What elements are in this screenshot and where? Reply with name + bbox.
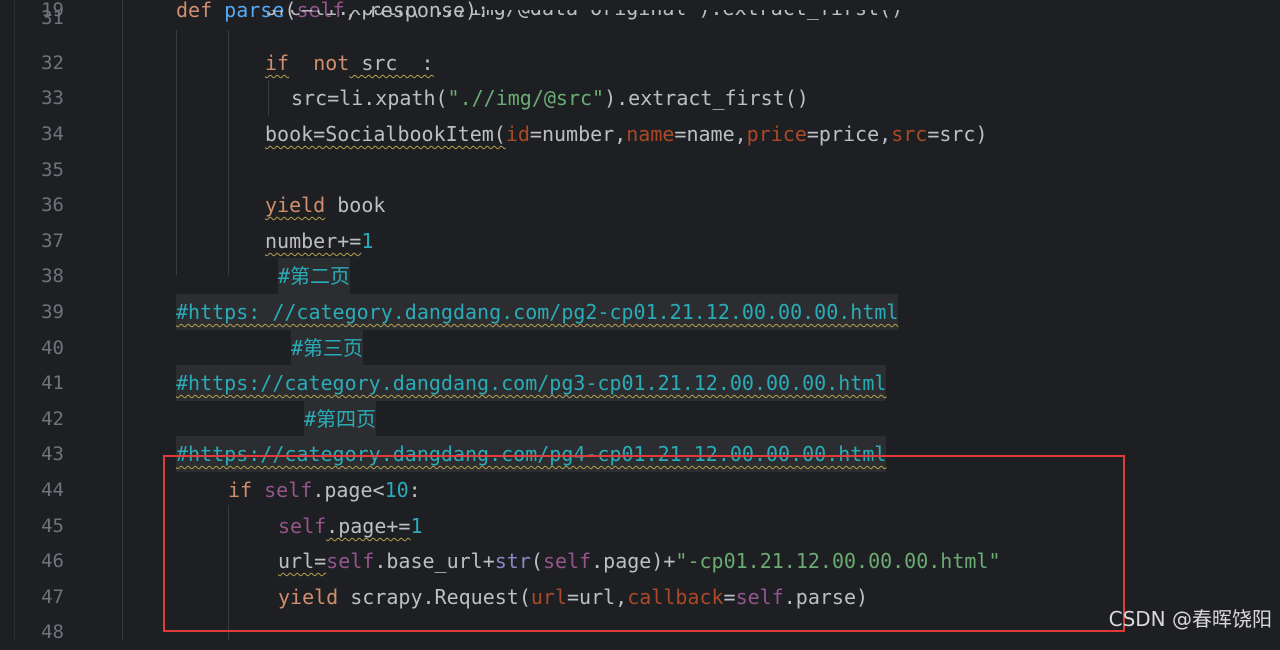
code-text: src=li.xpath( bbox=[291, 86, 448, 110]
kwarg: name bbox=[626, 122, 675, 146]
code-line-39[interactable]: #https: //category.dangdang.com/pg2-cp01… bbox=[176, 294, 899, 330]
code-line-32[interactable]: if not src : bbox=[265, 45, 434, 81]
comment: #https://category.dangdang.com/pg3-cp01.… bbox=[176, 371, 887, 395]
indent-guide bbox=[176, 30, 177, 275]
code-line-40[interactable]: #第三页 bbox=[291, 330, 364, 366]
line-number: 37 bbox=[41, 230, 64, 252]
line-number: 33 bbox=[41, 87, 64, 109]
code-text: book bbox=[325, 193, 386, 217]
line-number-gutter: 19 31 32 33 34 35 36 37 38 39 40 41 42 4… bbox=[0, 0, 100, 643]
keyword: def bbox=[176, 0, 213, 22]
comment: #第三页 bbox=[291, 336, 364, 360]
line-number: 39 bbox=[41, 301, 64, 323]
indent-guide bbox=[122, 0, 123, 640]
line-number: 44 bbox=[41, 479, 64, 501]
number-literal: 1 bbox=[361, 229, 374, 253]
line-number: 45 bbox=[41, 515, 64, 537]
code-text: =number, bbox=[529, 122, 627, 146]
line-number: 38 bbox=[41, 265, 64, 287]
code-text: =price, bbox=[806, 122, 892, 146]
line-number: 32 bbox=[41, 52, 64, 74]
code-text: ).extract_first() bbox=[604, 86, 809, 110]
line-number: 46 bbox=[41, 550, 64, 572]
code-text: book=SocialbookItem( bbox=[265, 122, 506, 146]
code-line-42[interactable]: #第四页 bbox=[304, 401, 377, 437]
kwarg: price bbox=[746, 122, 807, 146]
kwarg: src bbox=[891, 122, 928, 146]
code-line-31[interactable]: src=li.xpath(".//img/@data-original").ex… bbox=[265, 10, 903, 26]
code-line-41[interactable]: #https://category.dangdang.com/pg3-cp01.… bbox=[176, 365, 887, 401]
line-number: 48 bbox=[41, 621, 64, 643]
keyword: not bbox=[313, 51, 350, 75]
comment: #第四页 bbox=[304, 407, 377, 431]
line-number: 36 bbox=[41, 194, 64, 216]
indent-guide bbox=[268, 80, 269, 116]
line-number: 41 bbox=[41, 372, 64, 394]
code-text: src : bbox=[349, 51, 434, 75]
line-number: 31 bbox=[41, 10, 64, 26]
code-line-36[interactable]: yield book bbox=[265, 187, 385, 223]
comment: #第二页 bbox=[278, 264, 351, 288]
code-text: =src) bbox=[927, 122, 988, 146]
keyword: if bbox=[265, 51, 290, 75]
code-line-37[interactable]: number+=1 bbox=[265, 223, 373, 259]
line-number: 34 bbox=[41, 123, 64, 145]
code-line-33[interactable]: src=li.xpath(".//img/@src").extract_firs… bbox=[291, 80, 809, 116]
line-number: 42 bbox=[41, 408, 64, 430]
line-number: 43 bbox=[41, 443, 64, 465]
code-editor[interactable]: 19 31 32 33 34 35 36 37 38 39 40 41 42 4… bbox=[0, 0, 1280, 643]
string-literal: ".//img/@src" bbox=[447, 86, 605, 110]
line-number: 40 bbox=[41, 337, 64, 359]
code-line-34[interactable]: book=SocialbookItem(id=number,name=name,… bbox=[265, 116, 988, 152]
red-highlight-box bbox=[163, 455, 1125, 632]
code-text: number+= bbox=[265, 229, 362, 253]
line-number: 47 bbox=[41, 586, 64, 608]
comment: #https: //category.dangdang.com/pg2-cp01… bbox=[176, 300, 899, 324]
keyword: yield bbox=[265, 193, 326, 217]
line-number: 35 bbox=[41, 159, 64, 181]
indent-guide bbox=[228, 30, 229, 275]
code-line-38[interactable]: #第二页 bbox=[278, 258, 351, 294]
code-text: =name, bbox=[674, 122, 747, 146]
code-text: src=li.xpath(".//img/@data-original").ex… bbox=[265, 10, 903, 20]
kwarg: id bbox=[505, 122, 530, 146]
watermark: CSDN @春晖饶阳 bbox=[1108, 607, 1272, 631]
